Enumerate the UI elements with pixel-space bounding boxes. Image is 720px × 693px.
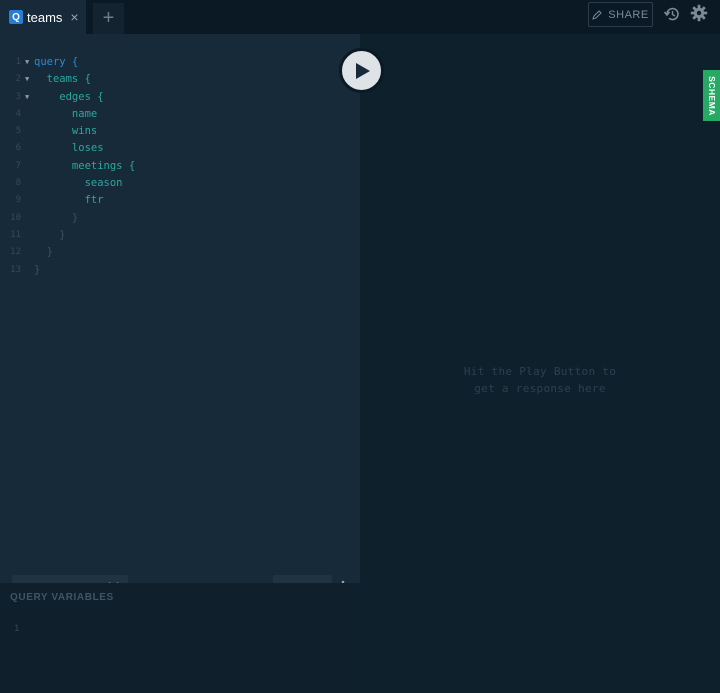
line-number: 9 [15,195,21,206]
query-variables-title[interactable]: QUERY VARIABLES [10,592,114,603]
line-number: 7 [15,160,21,171]
line-number: 3 [15,91,21,102]
new-tab-button[interactable]: + [93,3,124,34]
line-number: 2 [15,74,21,85]
query-editor[interactable]: 1 ▼ query { 2 ▼ teams { 3 ▼ edges { 4 name 5 win… [0,34,360,599]
code-text[interactable]: teams { [34,71,91,88]
line-number: 12 [10,247,21,258]
code-text[interactable]: query { [34,54,78,71]
code-text[interactable]: } [34,244,53,261]
line-number: 1 [15,57,21,67]
code-text[interactable]: wins [34,123,97,140]
play-icon [356,62,370,79]
variables-line-number: 1 [14,624,20,634]
code-text[interactable]: meetings { [34,158,135,175]
tab-teams[interactable]: Q teams × [0,0,86,34]
placeholder-line-1: Hit the Play Button to [463,365,617,378]
gear-icon[interactable] [690,4,708,22]
schema-tab[interactable]: SCHEMA [703,70,720,121]
share-button[interactable]: SHARE [588,2,653,27]
fold-arrow-icon[interactable]: ▼ [25,89,29,106]
fold-arrow-icon[interactable]: ▼ [25,71,29,88]
line-number: 10 [10,212,21,223]
code-text[interactable]: } [34,227,65,244]
code-text[interactable]: } [34,210,78,227]
fold-arrow-icon[interactable]: ▼ [25,54,29,71]
result-placeholder: Hit the Play Button to get a response he… [360,363,720,397]
line-number: 6 [15,143,21,154]
top-bar: Q teams × + SHARE [0,0,720,34]
query-variables-panel[interactable]: QUERY VARIABLES 1 [0,583,360,693]
share-label: SHARE [608,8,649,21]
code-text[interactable]: loses [34,140,104,157]
line-number: 8 [15,178,21,189]
schema-label: SCHEMA [706,75,717,116]
line-number: 11 [10,229,21,240]
pencil-icon [592,9,603,20]
line-number: 13 [10,264,21,275]
code-text[interactable]: name [34,106,97,123]
close-icon[interactable]: × [70,10,78,24]
execute-query-button[interactable] [339,48,384,93]
code-text[interactable]: } [34,262,40,279]
code-text[interactable]: season [34,175,123,192]
placeholder-line-2: get a response here [474,382,606,395]
tab-title: teams [27,9,63,25]
history-icon[interactable] [663,5,681,23]
code-text[interactable]: edges { [34,89,103,106]
query-badge-icon: Q [9,10,23,24]
line-number: 4 [15,108,21,119]
line-number: 5 [15,126,21,137]
result-panel: Hit the Play Button to get a response he… [360,34,720,693]
code-text[interactable]: ftr [34,192,104,209]
